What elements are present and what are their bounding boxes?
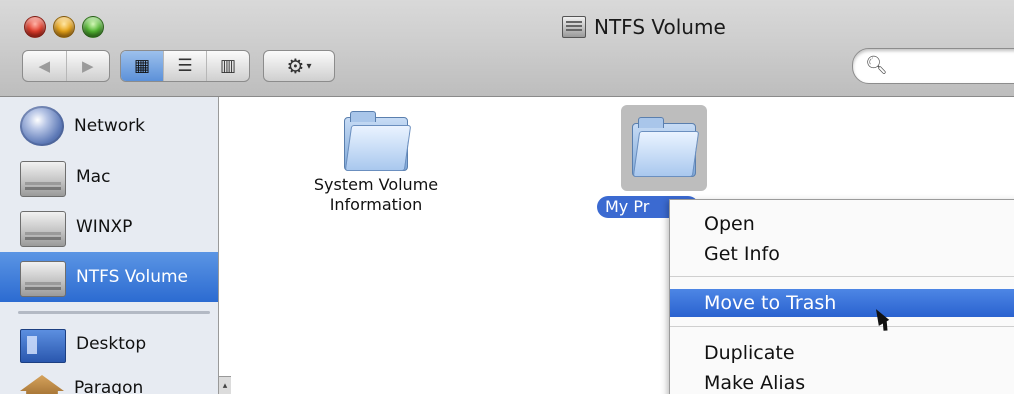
hard-disk-icon	[20, 211, 66, 247]
sidebar: Network Mac WINXP NTFS Volume Desktop Pa…	[0, 97, 219, 394]
menu-item-label: Make Alias	[704, 372, 806, 394]
context-menu: Open Get Info Move to Trash Duplicate Ma…	[669, 199, 1014, 394]
file-my-pr[interactable]	[621, 105, 707, 191]
view-mode-group: ▦ ☰ ▥	[120, 50, 250, 82]
menu-item-get-info[interactable]: Get Info	[670, 240, 1014, 268]
sidebar-item-winxp[interactable]: WINXP	[0, 202, 218, 252]
volume-icon	[562, 16, 586, 38]
icon-view-icon: ▦	[133, 56, 151, 76]
finder-window: NTFS Volume ◀ ▶ ▦ ☰ ▥ ⚙ ▾ 🔍︎ Network Mac	[0, 0, 1014, 394]
list-view-button[interactable]: ☰	[163, 51, 206, 81]
hard-disk-icon	[20, 161, 66, 197]
menu-item-label: Move to Trash	[704, 292, 837, 314]
hard-disk-icon	[20, 261, 66, 297]
menu-item-open[interactable]: Open	[670, 210, 1014, 238]
forward-arrow-icon: ▶	[81, 57, 94, 75]
sidebar-item-label: WINXP	[76, 217, 133, 237]
search-input[interactable]: 🔍︎	[852, 48, 1014, 84]
sidebar-item-label: Desktop	[76, 334, 147, 354]
menu-item-label: Get Info	[704, 243, 780, 265]
gear-icon: ⚙	[286, 54, 305, 78]
file-system-volume-information[interactable]: System Volume Information	[293, 111, 459, 215]
action-menu-button[interactable]: ⚙ ▾	[263, 50, 335, 82]
sidebar-item-label: NTFS Volume	[76, 267, 189, 287]
window-controls	[24, 16, 104, 38]
network-globe-icon	[20, 106, 64, 146]
title-toolbar: NTFS Volume ◀ ▶ ▦ ☰ ▥ ⚙ ▾ 🔍︎	[0, 0, 1014, 97]
menu-item-move-to-trash[interactable]: Move to Trash	[670, 289, 1014, 317]
sidebar-item-desktop[interactable]: Desktop	[0, 319, 218, 369]
menu-item-label: Open	[704, 213, 755, 235]
window-title-text: NTFS Volume	[594, 15, 726, 39]
forward-button[interactable]: ▶	[65, 51, 110, 81]
column-view-icon: ▥	[219, 56, 237, 76]
back-arrow-icon: ◀	[38, 57, 51, 75]
sidebar-item-paragon[interactable]: Paragon	[0, 363, 218, 394]
back-button[interactable]: ◀	[23, 51, 66, 81]
sidebar-divider	[18, 311, 210, 314]
list-view-icon: ☰	[177, 56, 193, 76]
file-label: System Volume Information	[313, 175, 439, 214]
sidebar-item-ntfs-volume[interactable]: NTFS Volume	[0, 252, 218, 302]
column-view-button[interactable]: ▥	[206, 51, 249, 81]
zoom-button[interactable]	[82, 16, 104, 38]
close-button[interactable]	[24, 16, 46, 38]
sidebar-item-label: Paragon	[74, 378, 144, 394]
chevron-down-icon: ▾	[306, 60, 312, 72]
menu-separator	[670, 326, 1014, 327]
folder-icon	[632, 117, 700, 177]
window-title: NTFS Volume	[562, 14, 726, 40]
home-icon	[20, 375, 64, 394]
sidebar-item-mac[interactable]: Mac	[0, 152, 218, 202]
sidebar-item-label: Mac	[76, 167, 111, 187]
desktop-icon	[20, 329, 66, 363]
icon-view-button[interactable]: ▦	[121, 51, 163, 81]
search-icon: 🔍︎	[865, 55, 888, 76]
menu-separator	[670, 276, 1014, 277]
folder-icon	[344, 111, 412, 171]
menu-item-label: Duplicate	[704, 342, 795, 364]
back-forward-group: ◀ ▶	[22, 50, 110, 82]
menu-item-make-alias[interactable]: Make Alias	[670, 369, 1014, 394]
minimize-button[interactable]	[53, 16, 75, 38]
menu-item-duplicate[interactable]: Duplicate	[670, 339, 1014, 367]
sidebar-resize-handle[interactable]: ▴	[218, 376, 232, 394]
sidebar-item-network[interactable]: Network	[0, 101, 218, 151]
sidebar-item-label: Network	[74, 116, 145, 136]
